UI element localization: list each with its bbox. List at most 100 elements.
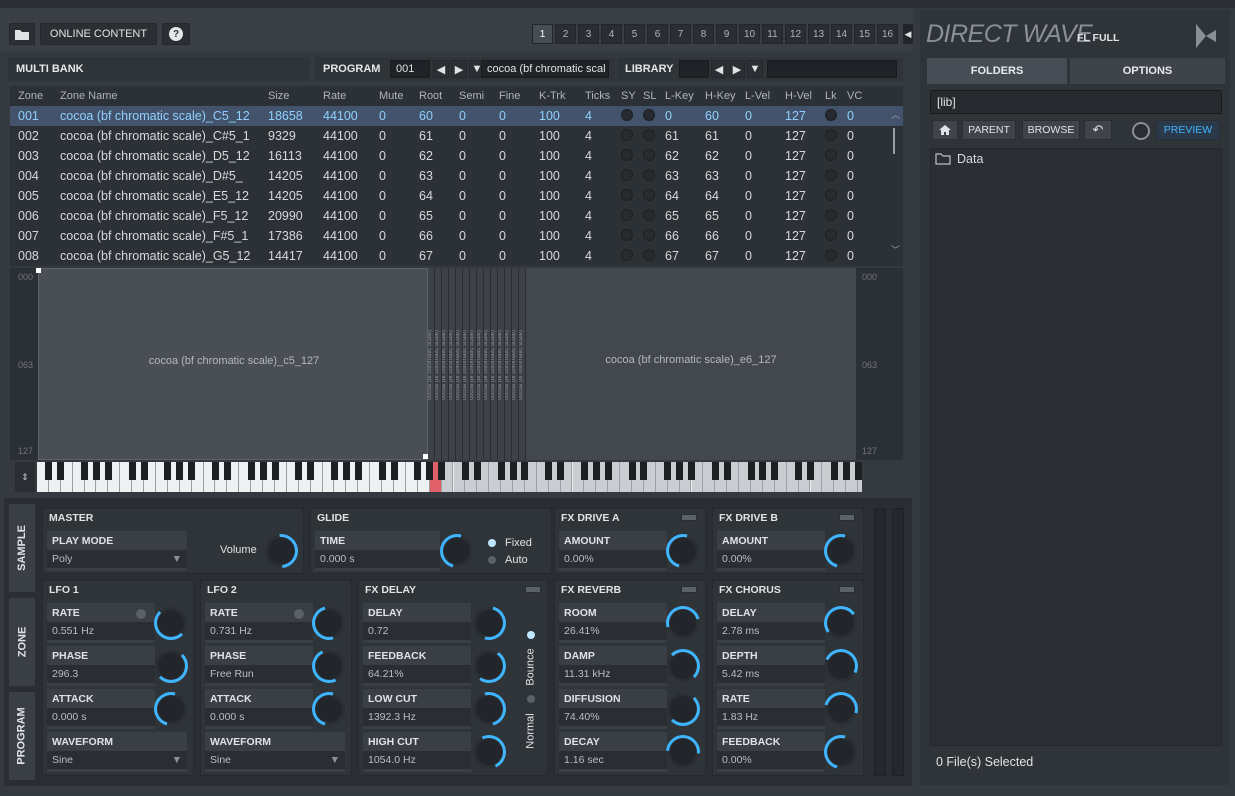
zone-stripe[interactable]: cocoa (bf chromatic scale) bbox=[477, 268, 484, 460]
black-key[interactable] bbox=[342, 462, 350, 480]
row-lk-toggle[interactable] bbox=[823, 188, 845, 204]
library-name-field[interactable] bbox=[767, 60, 897, 78]
zone-stripe[interactable]: cocoa (bf chromatic scale) bbox=[442, 268, 449, 460]
black-key[interactable] bbox=[473, 462, 481, 480]
black-key[interactable] bbox=[628, 462, 636, 480]
zone-handle-topleft[interactable] bbox=[36, 268, 41, 273]
column-header-rate[interactable]: Rate bbox=[321, 90, 377, 102]
reverb-damp-knob[interactable] bbox=[667, 650, 699, 682]
undo-button[interactable]: ↶ bbox=[1084, 120, 1112, 140]
page-button-15[interactable]: 15 bbox=[854, 24, 875, 44]
zone-stripes[interactable]: cocoa (bf chromatic scale) cocoa (bf chro… bbox=[428, 268, 526, 460]
black-key[interactable] bbox=[580, 462, 588, 480]
row-sy-toggle[interactable] bbox=[619, 108, 641, 124]
row-lk-toggle[interactable] bbox=[823, 228, 845, 244]
black-key[interactable] bbox=[509, 462, 517, 480]
column-header-fine[interactable]: Fine bbox=[497, 90, 537, 102]
auto-radio-icon[interactable] bbox=[488, 556, 496, 564]
black-key[interactable] bbox=[664, 462, 672, 480]
zone-block-c5[interactable]: cocoa (bf chromatic scale)_c5_127 bbox=[38, 268, 428, 460]
black-key[interactable] bbox=[461, 462, 469, 480]
row-sy-toggle[interactable] bbox=[619, 248, 641, 264]
sy-radio-icon[interactable] bbox=[621, 208, 633, 221]
column-header-size[interactable]: Size bbox=[266, 90, 321, 102]
column-header-l-vel[interactable]: L-Vel bbox=[743, 90, 783, 102]
zone-block-e6[interactable]: cocoa (bf chromatic scale)_e6_127 bbox=[526, 268, 856, 460]
fx-drive-b-toggle[interactable] bbox=[839, 514, 855, 521]
sl-radio-icon[interactable] bbox=[643, 188, 655, 201]
help-button[interactable]: ? bbox=[162, 23, 190, 45]
lk-radio-icon[interactable] bbox=[825, 168, 837, 181]
black-key[interactable] bbox=[688, 462, 695, 480]
reverb-room-knob[interactable] bbox=[667, 607, 699, 639]
page-button-1[interactable]: 1 bbox=[532, 24, 553, 44]
column-header-root[interactable]: Root bbox=[417, 90, 457, 102]
black-key[interactable] bbox=[307, 462, 315, 480]
sl-radio-icon[interactable] bbox=[643, 208, 655, 221]
table-row[interactable]: 006 cocoa (bf chromatic scale)_F5_12 20990… bbox=[10, 206, 903, 226]
program-prev-icon[interactable]: ◀ bbox=[433, 60, 449, 78]
zone-stripe[interactable]: cocoa (bf chromatic scale) bbox=[512, 268, 519, 460]
fx-chorus-toggle[interactable] bbox=[839, 586, 855, 593]
drive-b-amount-knob[interactable] bbox=[825, 535, 857, 567]
browse-button[interactable]: BROWSE bbox=[1022, 120, 1080, 140]
black-key[interactable] bbox=[426, 462, 434, 480]
zone-stripe[interactable]: cocoa (bf chromatic scale) bbox=[498, 268, 505, 460]
page-button-13[interactable]: 13 bbox=[808, 24, 829, 44]
tab-folders[interactable]: FOLDERS bbox=[927, 58, 1067, 84]
black-key[interactable] bbox=[45, 462, 53, 480]
black-key[interactable] bbox=[331, 462, 338, 480]
sy-radio-icon[interactable] bbox=[621, 188, 633, 201]
row-sl-toggle[interactable] bbox=[641, 248, 663, 264]
library-next-icon[interactable]: ▶ bbox=[729, 60, 745, 78]
black-key[interactable] bbox=[414, 462, 422, 480]
tab-options[interactable]: OPTIONS bbox=[1070, 58, 1225, 84]
page-button-11[interactable]: 11 bbox=[762, 24, 783, 44]
sy-radio-icon[interactable] bbox=[621, 108, 633, 121]
row-lk-toggle[interactable] bbox=[823, 208, 845, 224]
sy-radio-icon[interactable] bbox=[621, 228, 633, 241]
column-header-h-key[interactable]: H-Key bbox=[703, 90, 743, 102]
row-sl-toggle[interactable] bbox=[641, 128, 663, 144]
black-key[interactable] bbox=[271, 462, 279, 480]
table-row[interactable]: 007 cocoa (bf chromatic scale)_F#5_1 17386… bbox=[10, 226, 903, 246]
table-row[interactable]: 003 cocoa (bf chromatic scale)_D5_12 16113… bbox=[10, 146, 903, 166]
row-lk-toggle[interactable] bbox=[823, 128, 845, 144]
zone-stripe[interactable]: cocoa (bf chromatic scale) bbox=[505, 268, 512, 460]
column-header-h-vel[interactable]: H-Vel bbox=[783, 90, 823, 102]
page-button-16[interactable]: 16 bbox=[877, 24, 898, 44]
column-header-semi[interactable]: Semi bbox=[457, 90, 497, 102]
black-key[interactable] bbox=[188, 462, 196, 480]
parent-button[interactable]: PARENT bbox=[962, 120, 1016, 140]
column-header-zone[interactable]: Zone bbox=[10, 90, 58, 102]
table-row[interactable]: 002 cocoa (bf chromatic scale)_C#5_1 9329 4… bbox=[10, 126, 903, 146]
black-key[interactable] bbox=[807, 462, 814, 480]
sy-radio-icon[interactable] bbox=[621, 148, 633, 161]
lfo1-sync-icon[interactable] bbox=[136, 609, 146, 619]
delay-lowcut-knob[interactable] bbox=[473, 693, 505, 725]
column-header-lk[interactable]: Lk bbox=[823, 90, 845, 102]
sy-radio-icon[interactable] bbox=[621, 128, 633, 141]
black-key[interactable] bbox=[164, 462, 172, 480]
lfo2-phase-knob[interactable] bbox=[313, 650, 345, 682]
lfo2-attack-knob[interactable] bbox=[313, 693, 345, 725]
fx-reverb-toggle[interactable] bbox=[681, 586, 697, 593]
delay-time-knob[interactable] bbox=[473, 607, 505, 639]
sl-radio-icon[interactable] bbox=[643, 168, 655, 181]
sl-radio-icon[interactable] bbox=[643, 148, 655, 161]
black-key[interactable] bbox=[604, 462, 612, 480]
page-button-12[interactable]: 12 bbox=[785, 24, 806, 44]
lk-radio-icon[interactable] bbox=[825, 128, 837, 141]
preview-button[interactable]: PREVIEW bbox=[1156, 120, 1220, 140]
drive-a-amount-knob[interactable] bbox=[667, 535, 699, 567]
lfo1-waveform-field[interactable]: WAVEFORM Sine ▼ bbox=[47, 732, 187, 772]
row-sy-toggle[interactable] bbox=[619, 168, 641, 184]
lfo2-rate-knob[interactable] bbox=[313, 607, 345, 639]
lfo1-rate-knob[interactable] bbox=[155, 607, 187, 639]
piano-keyboard[interactable] bbox=[37, 462, 862, 492]
lk-radio-icon[interactable] bbox=[825, 148, 837, 161]
play-mode-field[interactable]: PLAY MODE Poly ▼ bbox=[47, 531, 187, 571]
chorus-feedback-knob[interactable] bbox=[825, 736, 857, 768]
sl-radio-icon[interactable] bbox=[643, 248, 655, 261]
collapse-arrow-icon[interactable]: ◀ bbox=[903, 24, 913, 44]
